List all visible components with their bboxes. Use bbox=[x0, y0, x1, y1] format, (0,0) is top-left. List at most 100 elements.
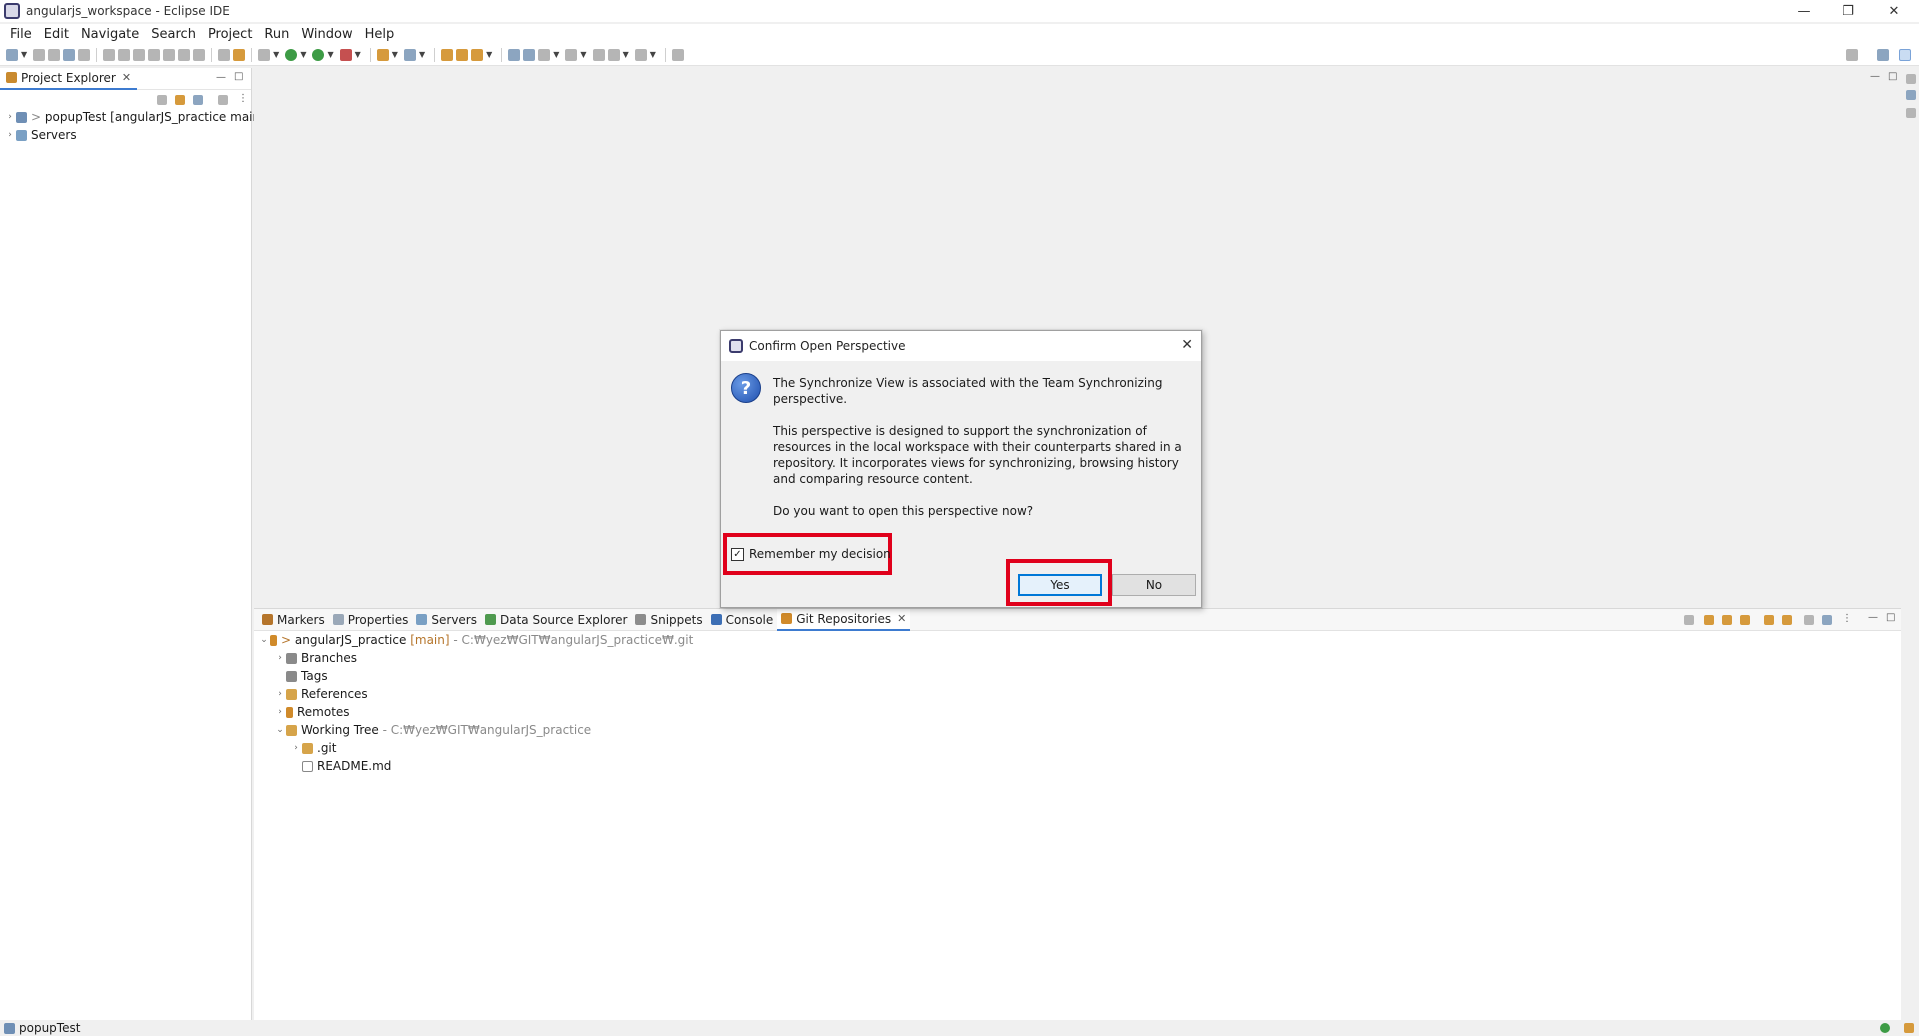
suspend-icon[interactable] bbox=[118, 48, 131, 61]
progress-icon[interactable] bbox=[1880, 1023, 1890, 1033]
dialog-close-button[interactable]: ✕ bbox=[1181, 337, 1193, 353]
tree-item-tags[interactable]: Tags bbox=[274, 669, 328, 683]
focus-icon[interactable] bbox=[218, 95, 228, 105]
previous-annotation-icon[interactable] bbox=[565, 48, 578, 61]
debug-dropdown-icon[interactable]: ▼ bbox=[273, 50, 279, 59]
resume-icon[interactable] bbox=[103, 48, 116, 61]
new-dropdown-icon[interactable]: ▼ bbox=[21, 50, 27, 59]
skip-breakpoints-icon[interactable] bbox=[78, 48, 91, 61]
checkbox-checked-icon[interactable]: ✓ bbox=[731, 547, 744, 561]
minimize-view-icon[interactable]: — bbox=[1868, 612, 1878, 623]
synchronize-icon[interactable] bbox=[523, 48, 536, 61]
minimize-button[interactable]: — bbox=[1782, 0, 1826, 22]
tree-item-readme[interactable]: README.md bbox=[290, 759, 391, 773]
save-all-icon[interactable] bbox=[48, 48, 61, 61]
focus-on-active-icon[interactable] bbox=[1822, 615, 1832, 625]
restore-icon[interactable] bbox=[1906, 74, 1916, 84]
tab-snippets[interactable]: Snippets bbox=[631, 609, 706, 631]
link-with-selection-icon[interactable] bbox=[1704, 615, 1714, 625]
git-perspective-icon[interactable] bbox=[1899, 49, 1911, 61]
chevron-right-icon[interactable]: › bbox=[274, 653, 286, 663]
chevron-down-icon[interactable]: ⌄ bbox=[258, 635, 270, 645]
previous-annotation-dropdown-icon[interactable]: ▼ bbox=[580, 50, 586, 59]
menu-file[interactable]: File bbox=[4, 27, 38, 42]
close-icon[interactable]: ✕ bbox=[897, 612, 906, 625]
next-annotation-dropdown-icon[interactable]: ▼ bbox=[553, 50, 559, 59]
tab-servers[interactable]: Servers bbox=[412, 609, 481, 631]
no-button[interactable]: No bbox=[1112, 574, 1196, 596]
new-web-icon[interactable] bbox=[403, 48, 416, 61]
run-icon[interactable] bbox=[285, 48, 298, 61]
outline-view-icon[interactable] bbox=[1906, 90, 1916, 100]
new-icon[interactable] bbox=[6, 48, 18, 61]
menu-help[interactable]: Help bbox=[359, 27, 401, 42]
menu-window[interactable]: Window bbox=[295, 27, 358, 42]
menu-edit[interactable]: Edit bbox=[38, 27, 75, 42]
open-type-icon[interactable] bbox=[441, 48, 454, 61]
step-into-icon[interactable] bbox=[163, 48, 176, 61]
external-tools-icon[interactable] bbox=[339, 48, 352, 61]
tip-icon[interactable] bbox=[1904, 1023, 1914, 1033]
coverage-dropdown-icon[interactable]: ▼ bbox=[327, 50, 333, 59]
open-browser-icon[interactable] bbox=[508, 48, 521, 61]
search-tool-dropdown-icon[interactable]: ▼ bbox=[486, 50, 492, 59]
forward-dropdown-icon[interactable]: ▼ bbox=[650, 50, 656, 59]
collapse-all-icon[interactable] bbox=[157, 95, 167, 105]
chevron-right-icon[interactable]: › bbox=[290, 743, 302, 753]
chevron-right-icon[interactable]: › bbox=[4, 130, 16, 140]
terminal-icon[interactable] bbox=[63, 48, 76, 61]
menu-navigate[interactable]: Navigate bbox=[75, 27, 145, 42]
remember-decision-checkbox[interactable]: ✓ Remember my decision bbox=[731, 547, 891, 561]
menu-run[interactable]: Run bbox=[258, 27, 295, 42]
tab-properties[interactable]: Properties bbox=[329, 609, 413, 631]
chevron-right-icon[interactable]: › bbox=[4, 112, 16, 122]
tab-markers[interactable]: Markers bbox=[258, 609, 329, 631]
back-icon[interactable] bbox=[607, 48, 620, 61]
maximize-editor-icon[interactable]: □ bbox=[1888, 71, 1897, 82]
outline-icon[interactable] bbox=[218, 48, 231, 61]
terminate-icon[interactable] bbox=[133, 48, 146, 61]
tree-item-git-folder[interactable]: › .git bbox=[290, 741, 336, 755]
collapse-all-icon[interactable] bbox=[1684, 615, 1694, 625]
new-server-icon[interactable] bbox=[376, 48, 389, 61]
link-with-editor-icon[interactable] bbox=[175, 95, 185, 105]
run-dropdown-icon[interactable]: ▼ bbox=[300, 50, 306, 59]
tree-item-remotes[interactable]: › Remotes bbox=[274, 705, 349, 719]
build-icon[interactable] bbox=[233, 48, 246, 61]
tab-project-explorer[interactable]: Project Explorer ✕ bbox=[0, 67, 138, 90]
save-icon[interactable] bbox=[33, 48, 46, 61]
next-annotation-icon[interactable] bbox=[538, 48, 551, 61]
back-dropdown-icon[interactable]: ▼ bbox=[623, 50, 629, 59]
close-window-button[interactable]: ✕ bbox=[1872, 0, 1916, 22]
forward-icon[interactable] bbox=[634, 48, 647, 61]
chevron-right-icon[interactable]: › bbox=[274, 689, 286, 699]
add-repository-icon[interactable] bbox=[1722, 615, 1732, 625]
close-icon[interactable]: ✕ bbox=[122, 71, 131, 84]
yes-button[interactable]: Yes bbox=[1018, 574, 1102, 596]
maximize-view-icon[interactable]: □ bbox=[234, 71, 243, 82]
external-tools-dropdown-icon[interactable]: ▼ bbox=[355, 50, 361, 59]
tree-item-servers[interactable]: › Servers bbox=[4, 128, 76, 142]
task-list-icon[interactable] bbox=[1906, 108, 1916, 118]
new-web-dropdown-icon[interactable]: ▼ bbox=[419, 50, 425, 59]
minimize-view-icon[interactable]: — bbox=[216, 72, 226, 83]
search-tool-icon[interactable] bbox=[471, 48, 484, 61]
refresh-icon[interactable] bbox=[1782, 615, 1792, 625]
restore-button[interactable]: ❐ bbox=[1826, 0, 1870, 22]
filter-icon[interactable] bbox=[193, 95, 203, 105]
menu-project[interactable]: Project bbox=[202, 27, 258, 42]
tree-item-branches[interactable]: › Branches bbox=[274, 651, 357, 665]
last-edit-icon[interactable] bbox=[592, 48, 605, 61]
maximize-view-icon[interactable]: □ bbox=[1886, 612, 1895, 623]
step-return-icon[interactable] bbox=[193, 48, 206, 61]
coverage-icon[interactable] bbox=[312, 48, 325, 61]
search-icon[interactable] bbox=[1846, 49, 1858, 61]
open-perspective-icon[interactable] bbox=[1877, 49, 1889, 61]
chevron-right-icon[interactable]: › bbox=[274, 707, 286, 717]
tree-item-working-tree[interactable]: ⌄ Working Tree - C:₩yez₩GIT₩angularJS_pr… bbox=[274, 723, 591, 737]
view-menu-icon[interactable]: ⋮ bbox=[1842, 613, 1852, 624]
view-menu-icon[interactable]: ⋮ bbox=[238, 93, 248, 104]
tab-data-source-explorer[interactable]: Data Source Explorer bbox=[481, 609, 631, 631]
tree-item-popuptest[interactable]: › > popupTest [angularJS_practice main] bbox=[4, 110, 265, 124]
step-over-icon[interactable] bbox=[178, 48, 191, 61]
